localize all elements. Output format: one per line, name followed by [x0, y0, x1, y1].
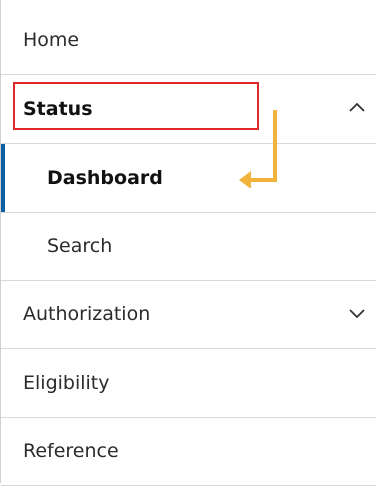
highlight-box: [13, 82, 259, 130]
nav-item-authorization[interactable]: Authorization: [1, 280, 376, 349]
nav-item-label: Reference: [23, 440, 119, 462]
nav-item-reference[interactable]: Reference: [1, 417, 376, 486]
nav-subitem-dashboard[interactable]: Dashboard: [1, 144, 376, 213]
nav-item-label: Authorization: [23, 303, 151, 325]
nav-item-eligibility[interactable]: Eligibility: [1, 349, 376, 418]
nav-item-label: Search: [47, 235, 113, 257]
side-navigation: Home Status Dashboard Search Authorizati…: [0, 0, 376, 486]
chevron-down-icon[interactable]: [346, 302, 368, 324]
chevron-up-icon[interactable]: [346, 97, 368, 119]
nav-item-label: Dashboard: [47, 167, 163, 189]
nav-item-home[interactable]: Home: [1, 6, 376, 75]
nav-subitem-search[interactable]: Search: [1, 212, 376, 281]
annotation-arrow-icon: [239, 110, 277, 188]
nav-item-label: Home: [23, 29, 80, 51]
nav-item-label: Eligibility: [23, 372, 110, 394]
